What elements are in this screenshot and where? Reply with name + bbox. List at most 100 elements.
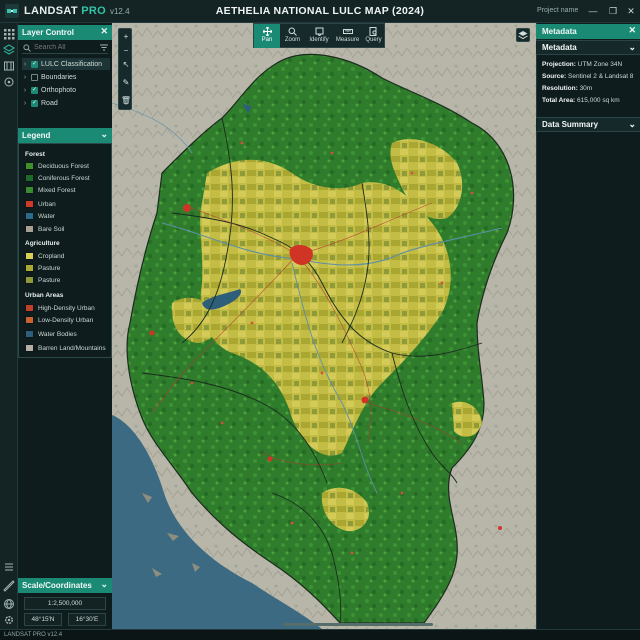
- chevron-right-icon[interactable]: ›: [22, 74, 28, 81]
- tool-label: Identify: [309, 37, 329, 43]
- tool-label: Query: [365, 37, 382, 43]
- restore-icon[interactable]: ❐: [606, 4, 620, 18]
- search-icon: [23, 44, 31, 52]
- city[interactable]: [183, 204, 191, 212]
- legend-swatch: [25, 225, 34, 233]
- legend-label: Pasture: [38, 276, 61, 284]
- legend-swatch: [25, 276, 34, 284]
- city[interactable]: [498, 526, 502, 530]
- pencil-icon[interactable]: ✎: [120, 77, 132, 89]
- layers-icon[interactable]: [3, 44, 15, 56]
- legend-item: Bare Soil: [25, 225, 64, 233]
- legend-label: Low-Density Urban: [38, 316, 94, 324]
- legend-group-agriculture: Agriculture: [25, 240, 60, 247]
- legend-item: Pasture: [25, 264, 60, 272]
- right-panels: [536, 23, 640, 629]
- tool-pan[interactable]: Pan: [254, 24, 280, 48]
- metadata-panel-header[interactable]: Metadata ✕: [536, 24, 640, 39]
- tool-identify[interactable]: Identify: [305, 24, 333, 48]
- layer-row-orthophoto[interactable]: › ✓ Orthophoto: [22, 84, 110, 96]
- layer-control-header[interactable]: Layer Control ✕: [18, 25, 112, 40]
- map-canvas[interactable]: [112, 23, 536, 629]
- trash-icon[interactable]: 🗑: [120, 95, 132, 107]
- layer-label: Boundaries: [41, 73, 77, 81]
- legend-item: Low-Density Urban: [25, 316, 93, 324]
- chevron-down-icon[interactable]: ⌄: [628, 42, 636, 53]
- layer-row-lulc[interactable]: › ✓ LULC Classification: [22, 58, 110, 70]
- query-icon: [369, 27, 377, 36]
- search-input[interactable]: [22, 43, 88, 51]
- target-icon[interactable]: [3, 76, 15, 88]
- chevron-right-icon[interactable]: ›: [22, 100, 28, 107]
- zoom-icon: [288, 27, 297, 36]
- layer-checkbox[interactable]: ✓: [31, 86, 38, 94]
- layer-checkbox[interactable]: ✓: [31, 99, 38, 107]
- globe-icon[interactable]: [3, 598, 15, 610]
- chevron-down-icon[interactable]: ⌄: [100, 579, 108, 590]
- layer-row-boundaries[interactable]: › Boundaries: [22, 71, 110, 83]
- data-summary-header[interactable]: Data Summary ⌄: [536, 117, 640, 132]
- legend-item: Mixed Forest: [25, 186, 76, 194]
- close-icon[interactable]: ✕: [628, 25, 636, 36]
- lulc-map[interactable]: [112, 23, 536, 629]
- city[interactable]: [149, 330, 155, 336]
- tool-zoom[interactable]: Zoom: [280, 24, 305, 48]
- app-version: v12.4: [109, 6, 130, 16]
- metadata-section-header[interactable]: Metadata ⌄: [536, 40, 640, 55]
- basemap-layers-icon[interactable]: [516, 28, 530, 42]
- tool-query[interactable]: Query: [362, 24, 385, 48]
- brand-name: LANDSAT PRO: [24, 5, 106, 17]
- latitude-value[interactable]: 48°15'N: [24, 613, 62, 626]
- map-horizontal-scrollbar[interactable]: [283, 623, 433, 626]
- zoom-in-icon[interactable]: +: [120, 31, 132, 43]
- city[interactable]: [361, 396, 369, 404]
- city[interactable]: [267, 456, 273, 462]
- grid-icon[interactable]: [3, 28, 15, 40]
- legend-swatch: [25, 186, 34, 194]
- legend-title: Legend: [22, 131, 51, 140]
- map-tools: Pan Zoom Identify Measure Query: [253, 23, 385, 48]
- scale-header[interactable]: Scale/Coordinates ⌄: [18, 578, 112, 593]
- layer-label: Road: [41, 99, 58, 107]
- layer-label: Orthophoto: [41, 86, 77, 94]
- legend-swatch: [25, 200, 34, 208]
- layer-checkbox[interactable]: ✓: [31, 60, 38, 68]
- legend-label: Barren Land/Mountains: [38, 344, 106, 352]
- legend-label: Coniferous Forest: [38, 174, 90, 182]
- project-name-field[interactable]: Project name: [537, 7, 578, 14]
- legend-item: High-Density Urban: [25, 304, 95, 312]
- legend-item: Water Bodies: [25, 330, 77, 338]
- chevron-right-icon[interactable]: ›: [22, 61, 28, 68]
- metadata-total-area: Total Area: 615,000 sq km: [542, 97, 620, 104]
- map-icon[interactable]: [3, 60, 15, 72]
- chevron-right-icon[interactable]: ›: [22, 87, 28, 94]
- legend-swatch: [25, 304, 34, 312]
- minimize-icon[interactable]: —: [586, 4, 600, 18]
- chevron-down-icon[interactable]: ⌄: [100, 129, 108, 140]
- settings-icon[interactable]: [3, 614, 15, 626]
- filter-icon[interactable]: [100, 44, 108, 51]
- legend-swatch: [25, 252, 34, 260]
- close-icon[interactable]: ✕: [100, 26, 108, 37]
- metadata-projection: Projection: UTM Zone 34N: [542, 61, 623, 68]
- select-arrow-icon[interactable]: ↖: [120, 59, 132, 71]
- close-icon[interactable]: ✕: [624, 4, 638, 18]
- legend-label: Urban: [38, 200, 56, 208]
- pan-icon: [262, 27, 272, 36]
- scale-value[interactable]: 1:2,500,000: [24, 597, 106, 610]
- legend-swatch: [25, 212, 34, 220]
- chevron-down-icon[interactable]: ⌄: [628, 119, 636, 130]
- satellite-icon: [5, 4, 19, 18]
- legend-item: Coniferous Forest: [25, 174, 90, 182]
- tool-measure[interactable]: Measure: [333, 24, 362, 48]
- longitude-value[interactable]: 16°30'E: [68, 613, 106, 626]
- legend-label: Water Bodies: [38, 330, 77, 338]
- metadata-section-title: Metadata: [542, 43, 577, 52]
- zoom-out-icon[interactable]: −: [120, 45, 132, 57]
- layer-row-road[interactable]: › ✓ Road: [22, 97, 110, 109]
- list-icon[interactable]: [3, 561, 15, 573]
- layer-checkbox[interactable]: [31, 73, 38, 81]
- legend-header[interactable]: Legend ⌄: [18, 128, 112, 143]
- legend-swatch: [25, 264, 34, 272]
- ruler-icon[interactable]: [3, 580, 15, 592]
